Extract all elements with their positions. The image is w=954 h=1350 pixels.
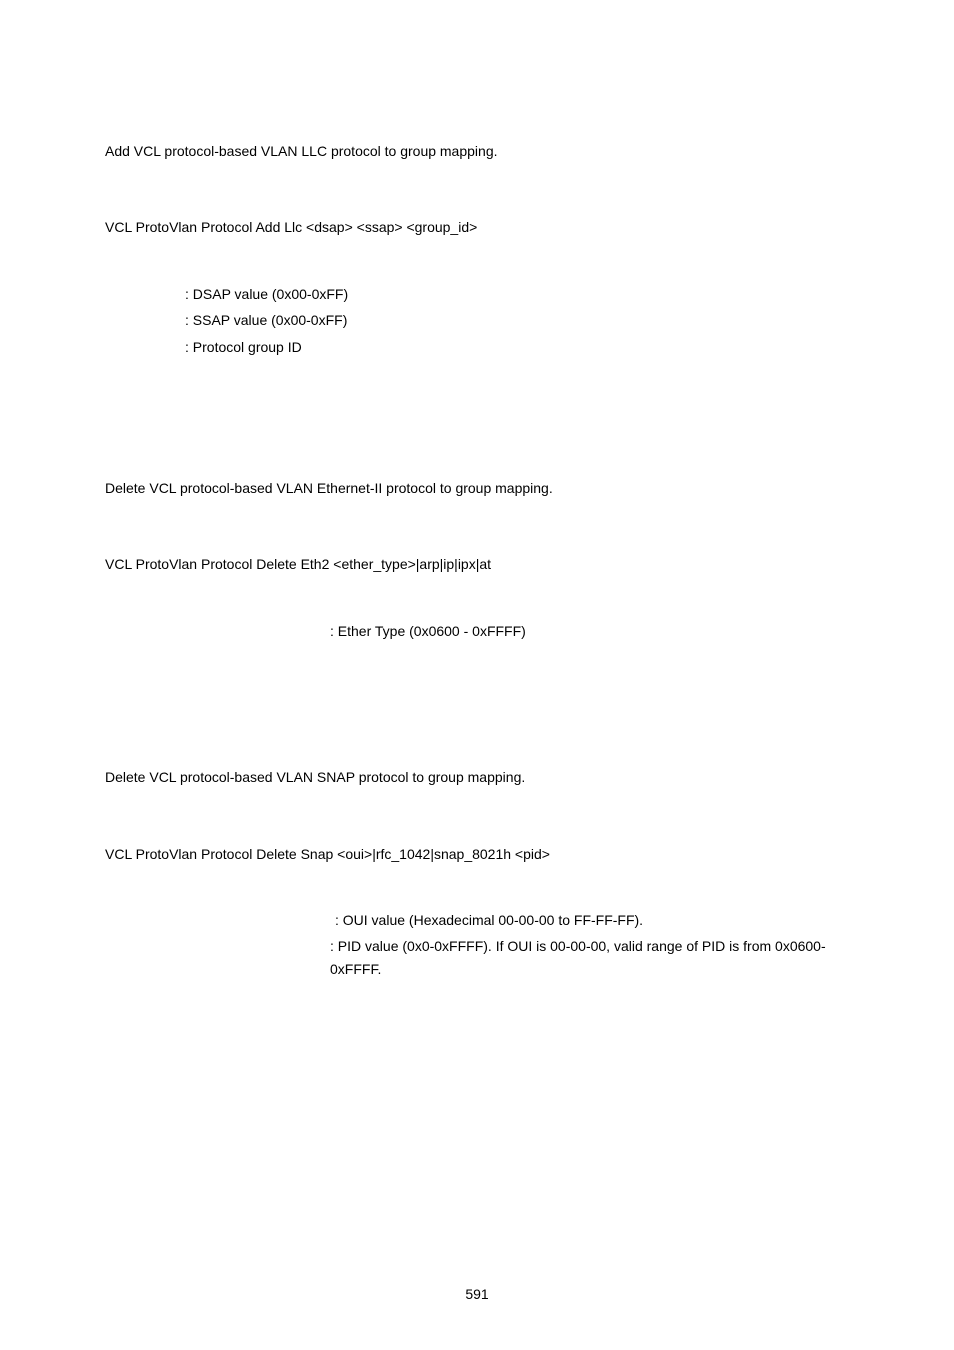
syntax-text: VCL ProtoVlan Protocol Delete Snap <oui>… <box>105 843 849 865</box>
description-text: Add VCL protocol-based VLAN LLC protocol… <box>105 140 849 162</box>
page-content: Add VCL protocol-based VLAN LLC protocol… <box>0 0 954 980</box>
param-dsap: : DSAP value (0x00-0xFF) <box>105 283 849 305</box>
section-add-llc: Add VCL protocol-based VLAN LLC protocol… <box>105 140 849 358</box>
syntax-text: VCL ProtoVlan Protocol Delete Eth2 <ethe… <box>105 553 849 575</box>
description-text: Delete VCL protocol-based VLAN SNAP prot… <box>105 766 849 788</box>
param-ether-type: : Ether Type (0x0600 - 0xFFFF) <box>105 620 849 642</box>
page-number: 591 <box>0 1283 954 1305</box>
syntax-text: VCL ProtoVlan Protocol Add Llc <dsap> <s… <box>105 216 849 238</box>
section-delete-snap: Delete VCL protocol-based VLAN SNAP prot… <box>105 766 849 980</box>
param-oui: : OUI value (Hexadecimal 00-00-00 to FF-… <box>105 909 849 931</box>
section-delete-eth2: Delete VCL protocol-based VLAN Ethernet-… <box>105 477 849 642</box>
param-ssap: : SSAP value (0x00-0xFF) <box>105 309 849 331</box>
param-group-id: : Protocol group ID <box>105 336 849 358</box>
description-text: Delete VCL protocol-based VLAN Ethernet-… <box>105 477 849 499</box>
param-pid: : PID value (0x0-0xFFFF). If OUI is 00-0… <box>105 935 849 980</box>
